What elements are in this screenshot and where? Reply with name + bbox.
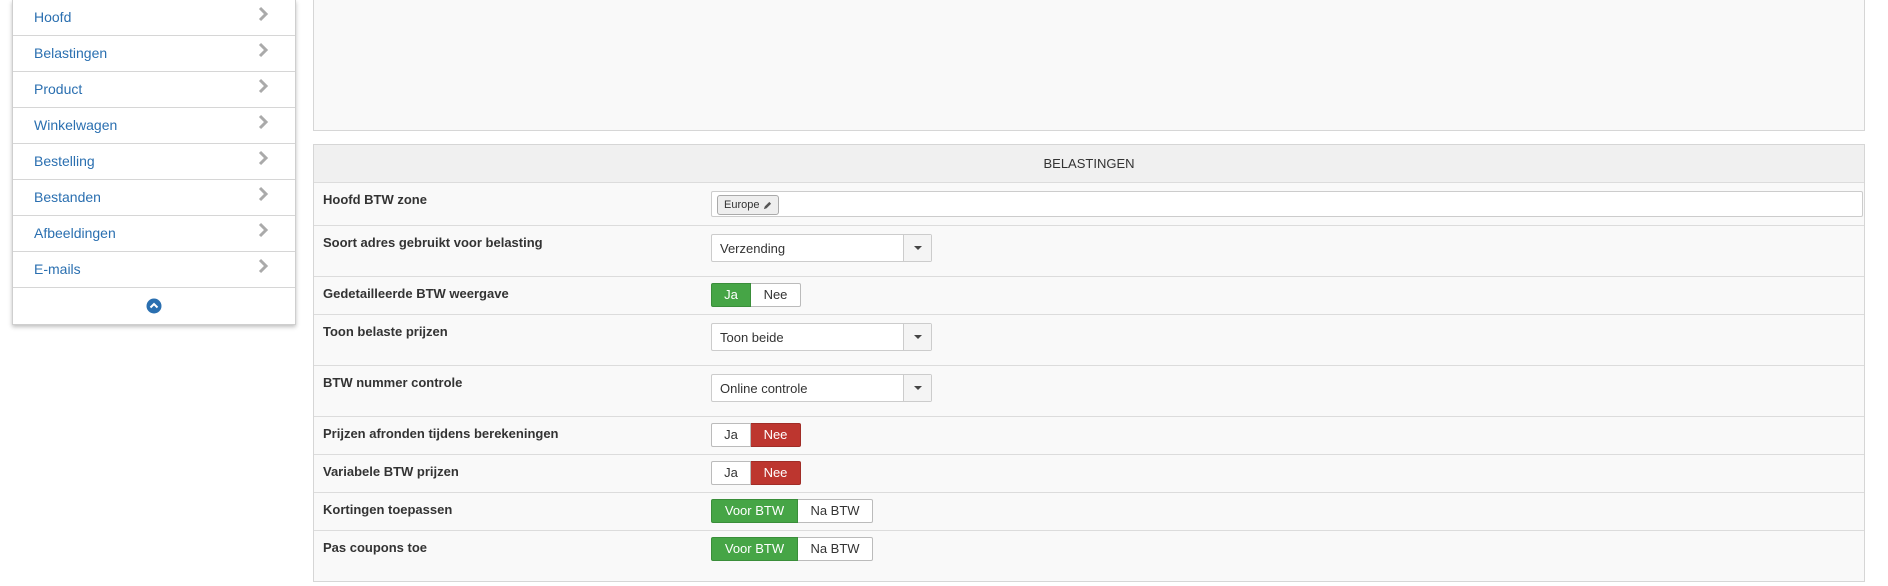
zone-tag[interactable]: Europe (717, 195, 780, 215)
detailed-vat-toggle: Ja Nee (711, 283, 801, 307)
sidebar-item-label: E-mails (34, 261, 81, 277)
row-round-prices: Prijzen afronden tijdens berekeningen Ja… (314, 417, 1864, 455)
scroll-up-icon[interactable] (146, 298, 162, 314)
field-label: Toon belaste prijzen (323, 324, 448, 339)
address-type-select[interactable]: Verzending (711, 234, 932, 262)
apply-discounts-toggle: Voor BTW Na BTW (711, 499, 873, 523)
row-vat-number-check: BTW nummer controle Online controle (314, 366, 1864, 417)
chevron-right-icon (258, 150, 269, 166)
chevron-right-icon (258, 42, 269, 58)
sidebar-item-label: Product (34, 81, 83, 97)
chevron-right-icon (258, 258, 269, 274)
row-apply-coupons: Pas coupons toe Voor BTW Na BTW (314, 531, 1864, 581)
field-label: Pas coupons toe (323, 540, 428, 555)
field-label: Kortingen toepassen (323, 502, 453, 517)
sidebar-item-bestelling[interactable]: Bestelling (13, 144, 295, 180)
field-label: Soort adres gebruikt voor belasting (323, 235, 543, 250)
sidebar-item-belastingen[interactable]: Belastingen (13, 36, 295, 72)
pencil-icon[interactable] (763, 201, 772, 210)
option-no[interactable]: Nee (751, 461, 801, 485)
option-no[interactable]: Nee (751, 283, 801, 307)
round-prices-toggle: Ja Nee (711, 423, 801, 447)
option-before-vat[interactable]: Voor BTW (711, 537, 798, 561)
row-variable-vat: Variabele BTW prijzen Ja Nee (314, 455, 1864, 493)
field-label: Prijzen afronden tijdens berekeningen (323, 426, 559, 441)
settings-sidebar: Hoofd Belastingen Product Winkelwagen Be… (12, 0, 296, 325)
option-yes[interactable]: Ja (711, 423, 751, 447)
option-after-vat[interactable]: Na BTW (798, 537, 873, 561)
sidebar-item-label: Afbeeldingen (34, 225, 116, 241)
chevron-right-icon (258, 114, 269, 130)
sidebar-item-bestanden[interactable]: Bestanden (13, 180, 295, 216)
sidebar-item-label: Hoofd (34, 9, 72, 25)
select-value: Toon beide (720, 330, 784, 345)
upper-panel (313, 0, 1865, 131)
field-label: BTW nummer controle (323, 375, 463, 390)
option-no[interactable]: Nee (751, 423, 801, 447)
dropdown-arrow-icon[interactable] (903, 324, 931, 350)
select-value: Online controle (720, 381, 808, 396)
variable-vat-toggle: Ja Nee (711, 461, 801, 485)
dropdown-arrow-icon[interactable] (903, 235, 931, 261)
row-main-vat-zone: Hoofd BTW zone Europe (314, 183, 1864, 226)
row-address-type: Soort adres gebruikt voor belasting Verz… (314, 226, 1864, 277)
row-apply-discounts: Kortingen toepassen Voor BTW Na BTW (314, 493, 1864, 531)
option-yes[interactable]: Ja (711, 283, 751, 307)
option-after-vat[interactable]: Na BTW (798, 499, 873, 523)
main-vat-zone-input[interactable]: Europe (711, 191, 1863, 217)
option-yes[interactable]: Ja (711, 461, 751, 485)
zone-tag-label: Europe (724, 199, 760, 211)
taxes-panel: BELASTINGEN Hoofd BTW zone Europe Soort … (313, 144, 1865, 582)
sidebar-item-label: Belastingen (34, 45, 108, 61)
field-label: Hoofd BTW zone (323, 192, 427, 207)
chevron-right-icon (258, 78, 269, 94)
select-value: Verzending (720, 241, 786, 256)
row-show-taxed-prices: Toon belaste prijzen Toon beide (314, 315, 1864, 366)
chevron-right-icon (258, 186, 269, 202)
show-taxed-prices-select[interactable]: Toon beide (711, 323, 932, 351)
sidebar-item-label: Bestanden (34, 189, 101, 205)
sidebar-footer (13, 288, 295, 324)
vat-number-check-select[interactable]: Online controle (711, 374, 932, 402)
panel-title: BELASTINGEN (314, 145, 1864, 183)
field-label: Gedetailleerde BTW weergave (323, 286, 509, 301)
row-detailed-vat: Gedetailleerde BTW weergave Ja Nee (314, 277, 1864, 315)
apply-coupons-toggle: Voor BTW Na BTW (711, 537, 873, 561)
field-label: Variabele BTW prijzen (323, 464, 459, 479)
dropdown-arrow-icon[interactable] (903, 375, 931, 401)
sidebar-item-label: Winkelwagen (34, 117, 118, 133)
chevron-right-icon (258, 6, 269, 22)
sidebar-item-winkelwagen[interactable]: Winkelwagen (13, 108, 295, 144)
sidebar-item-afbeeldingen[interactable]: Afbeeldingen (13, 216, 295, 252)
sidebar-item-emails[interactable]: E-mails (13, 252, 295, 288)
sidebar-item-product[interactable]: Product (13, 72, 295, 108)
sidebar-item-label: Bestelling (34, 153, 95, 169)
option-before-vat[interactable]: Voor BTW (711, 499, 798, 523)
chevron-right-icon (258, 222, 269, 238)
sidebar-item-hoofd[interactable]: Hoofd (13, 0, 295, 36)
